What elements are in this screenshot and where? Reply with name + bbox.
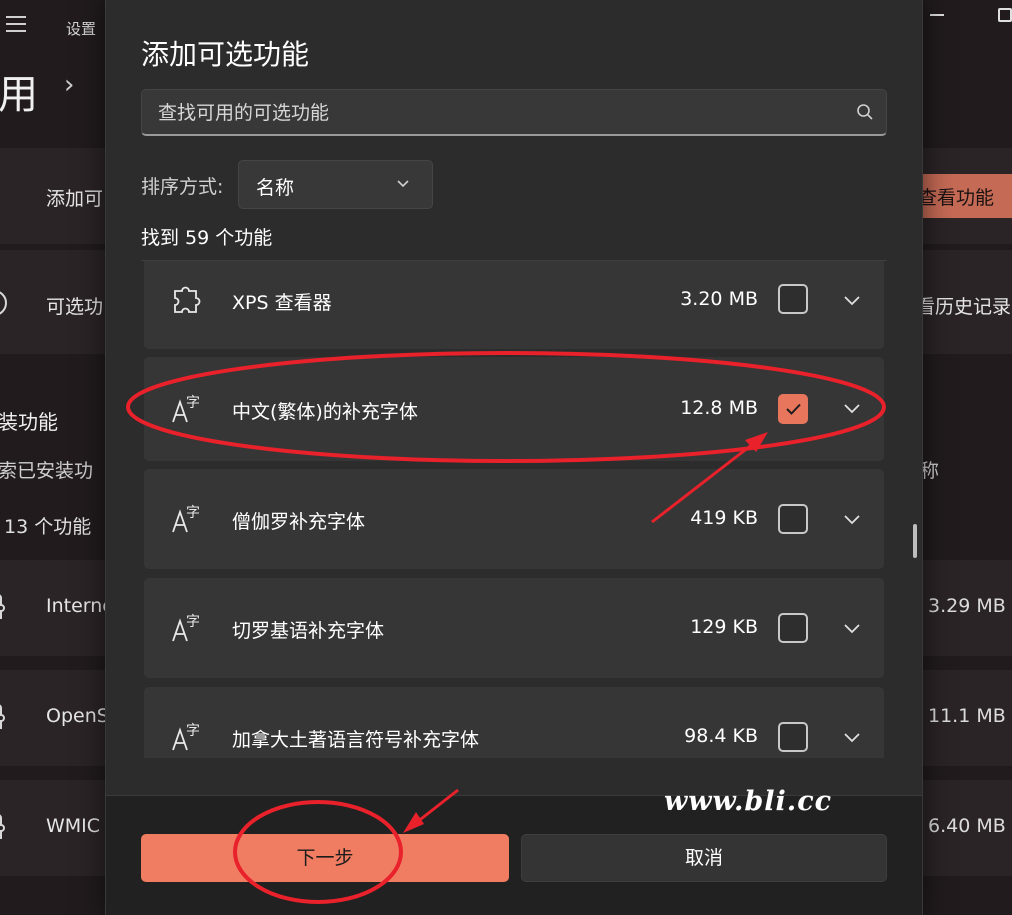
- puzzle-icon: [0, 814, 5, 839]
- svg-text:字: 字: [186, 614, 200, 630]
- feature-item-canadian-aboriginal[interactable]: 字 加拿大土著语言符号补充字体 98.4 KB: [144, 687, 884, 758]
- feature-size: 12.8 MB: [680, 397, 758, 419]
- feature-size: 419 KB: [690, 507, 758, 529]
- feature-name: 中文(繁体)的补充字体: [232, 401, 418, 423]
- cancel-button[interactable]: 取消: [521, 834, 887, 882]
- feature-list[interactable]: XPS 查看器 3.20 MB 字 中文(繁体)的补充字体 12.8 MB 字 …: [141, 260, 887, 758]
- chevron-down-icon[interactable]: [841, 731, 863, 745]
- sort-value: 名称: [256, 177, 295, 199]
- feature-name: 切罗基语补充字体: [232, 620, 385, 642]
- feature-name: 僧伽罗补充字体: [232, 511, 366, 533]
- feature-checkbox[interactable]: [778, 504, 808, 534]
- breadcrumb-chevron-icon: ›: [64, 70, 75, 100]
- sort-dropdown[interactable]: 名称: [238, 160, 433, 209]
- search-icon[interactable]: [856, 103, 874, 121]
- svg-text:字: 字: [186, 505, 200, 521]
- minimize-icon[interactable]: [930, 14, 944, 16]
- grid-icon: [0, 178, 16, 208]
- installed-item-name: WMIC: [46, 815, 101, 837]
- chevron-down-icon[interactable]: [841, 513, 863, 527]
- feature-checkbox[interactable]: [778, 613, 808, 643]
- list-scrollbar[interactable]: [913, 524, 917, 558]
- history-label: 可选功: [46, 296, 104, 318]
- chevron-down-icon[interactable]: [841, 622, 863, 636]
- feature-size: 129 KB: [690, 616, 758, 638]
- add-features-label: 添加可: [46, 188, 104, 210]
- installed-count: 13 个功能: [4, 516, 92, 538]
- feature-item-xps[interactable]: XPS 查看器 3.20 MB: [144, 261, 884, 349]
- dialog-title: 添加可选功能: [141, 38, 310, 71]
- next-button[interactable]: 下一步: [141, 834, 509, 882]
- view-features-button[interactable]: 查看功能: [910, 174, 1012, 218]
- font-icon: 字: [172, 505, 200, 533]
- breadcrumb-fragment: 用: [0, 72, 38, 118]
- chevron-down-icon[interactable]: [841, 402, 863, 416]
- puzzle-icon: [0, 594, 5, 619]
- app-title: 设置: [66, 20, 97, 38]
- puzzle-icon: [174, 286, 201, 313]
- installed-item-size: 11.1 MB: [928, 705, 1006, 727]
- feature-name: 加拿大土著语言符号补充字体: [232, 729, 480, 751]
- chevron-down-icon: [397, 180, 409, 188]
- menu-icon[interactable]: [6, 16, 26, 37]
- feature-checkbox[interactable]: [778, 722, 808, 752]
- found-count: 找到 59 个功能: [141, 227, 273, 249]
- sort-label: 排序方式:: [141, 176, 224, 198]
- font-icon: 字: [172, 395, 200, 423]
- watermark: www.bli.cc: [664, 786, 833, 817]
- installed-item-name: OpenS: [46, 705, 109, 727]
- maximize-icon[interactable]: [998, 8, 1012, 22]
- view-history-link[interactable]: 看历史记录: [916, 292, 1011, 319]
- feature-size: 3.20 MB: [680, 288, 758, 310]
- feature-checkbox[interactable]: [778, 284, 808, 314]
- puzzle-icon: [0, 704, 5, 729]
- svg-text:字: 字: [186, 723, 200, 739]
- feature-search-input[interactable]: [158, 100, 838, 126]
- installed-search-input[interactable]: 索已安装功: [0, 456, 93, 483]
- installed-item-size: 3.29 MB: [928, 595, 1006, 617]
- feature-search-box[interactable]: [141, 89, 887, 136]
- feature-size: 98.4 KB: [684, 725, 758, 747]
- feature-item-chinese-traditional[interactable]: 字 中文(繁体)的补充字体 12.8 MB: [144, 357, 884, 461]
- feature-checkbox[interactable]: [778, 394, 808, 424]
- font-icon: 字: [172, 723, 200, 751]
- installed-item-name: Interne: [46, 595, 114, 617]
- chevron-down-icon[interactable]: [841, 294, 863, 308]
- font-icon: 字: [172, 614, 200, 642]
- feature-item-sinhala[interactable]: 字 僧伽罗补充字体 419 KB: [144, 469, 884, 569]
- installed-item-size: 6.40 MB: [928, 815, 1006, 837]
- feature-name: XPS 查看器: [232, 292, 332, 314]
- history-icon: [0, 291, 7, 315]
- svg-text:字: 字: [186, 395, 200, 411]
- installed-features-title: 装功能: [0, 410, 58, 434]
- feature-item-cherokee[interactable]: 字 切罗基语补充字体 129 KB: [144, 578, 884, 678]
